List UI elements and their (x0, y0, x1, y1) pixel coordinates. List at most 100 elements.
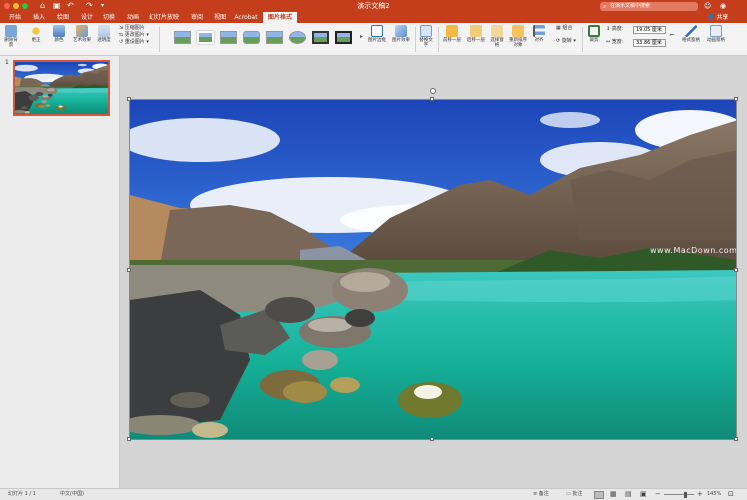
slideshow-icon[interactable]: ▣ (640, 489, 647, 500)
artistic-effects-button[interactable]: 艺术效果 (71, 25, 93, 43)
bring-forward-button[interactable]: 前移一层 (441, 25, 463, 43)
reset-icon: ↺ (119, 39, 124, 45)
zoom-level[interactable]: 145% (707, 489, 721, 500)
share-button[interactable]: 👤 共享 (707, 12, 728, 23)
alt-text-button[interactable]: 替换文字 (418, 25, 434, 48)
send-backward-label: 后移一层 (467, 38, 485, 43)
picture-border-icon (371, 25, 383, 37)
artistic-effects-label: 艺术效果 (73, 38, 91, 43)
notes-button[interactable]: ≡ 备注 (533, 489, 549, 500)
gallery-expand-icon[interactable]: ▸ (360, 33, 363, 40)
lock-aspect-icon[interactable]: ⌐ (669, 31, 675, 39)
resize-handle-bottom-right[interactable] (734, 437, 738, 441)
tab-picture-format[interactable]: 图片格式 (263, 12, 297, 23)
width-field[interactable]: 33.86 厘米 (633, 39, 666, 47)
width-icon: ↔ (606, 39, 611, 45)
sun-icon (30, 25, 42, 37)
resize-handle-top[interactable] (430, 97, 434, 101)
slide-thumbnail-image (15, 62, 108, 114)
zoom-slider[interactable] (664, 494, 694, 495)
comments-button[interactable]: ▭ 批注 (566, 489, 582, 500)
smiley-icon[interactable]: ☺ (704, 1, 711, 11)
tab-review[interactable]: 审阅 (186, 12, 208, 23)
resize-handle-bottom[interactable] (430, 437, 434, 441)
height-field[interactable]: 19.05 厘米 (633, 26, 666, 34)
slide[interactable]: www.MacDown.com (129, 99, 737, 440)
picture-effects-label: 图片效果 (392, 38, 410, 43)
resize-handle-top-right[interactable] (734, 97, 738, 101)
tab-acrobat[interactable]: Acrobat (232, 12, 260, 23)
picture-effects-button[interactable]: 图片效果 (390, 25, 412, 43)
tab-transitions[interactable]: 切换 (98, 12, 120, 23)
tab-animations[interactable]: 动画 (122, 12, 144, 23)
picture-style-thumb[interactable] (312, 31, 329, 44)
transparency-button[interactable]: 透明度 (95, 25, 113, 43)
tab-insert[interactable]: 插入 (28, 12, 50, 23)
resize-handle-right[interactable] (734, 268, 738, 272)
picture-style-thumb[interactable] (335, 31, 352, 44)
remove-background-icon (5, 25, 17, 37)
rotate-label: 旋转 (561, 38, 572, 44)
reorder-label: 重新排序对象 (509, 38, 527, 48)
zoom-in-icon[interactable]: + (697, 489, 703, 500)
picture-style-thumb[interactable] (243, 31, 260, 44)
tab-home[interactable]: 开始 (4, 12, 26, 23)
align-button[interactable]: 对齐 (531, 25, 547, 43)
zoom-out-icon[interactable]: − (655, 489, 661, 500)
crop-label: 裁剪 (589, 38, 599, 43)
resize-handle-bottom-left[interactable] (127, 437, 131, 441)
alt-text-icon (420, 25, 432, 37)
rotate-handle[interactable] (430, 88, 436, 94)
picture-style-thumb[interactable] (197, 31, 214, 44)
animation-pane-icon (710, 25, 722, 37)
slides-panel: 1 (0, 56, 120, 488)
picture-style-thumb[interactable] (289, 31, 306, 44)
tab-view[interactable]: 视图 (209, 12, 231, 23)
zoom-slider-thumb[interactable] (684, 492, 687, 498)
align-icon (533, 25, 545, 37)
language-indicator[interactable]: 中文(中国) (60, 489, 84, 500)
picture-style-thumb[interactable] (220, 31, 237, 44)
user-icon[interactable]: ◉ (720, 1, 726, 11)
picture-style-thumb[interactable] (266, 31, 283, 44)
corrections-label: 更正 (31, 38, 41, 43)
fit-to-window-icon[interactable]: ⊡ (728, 489, 734, 500)
picture-styles-gallery[interactable] (162, 28, 358, 50)
group-button[interactable]: ▦ 组合 (556, 25, 576, 32)
corrections-button[interactable]: 更正 (28, 25, 44, 43)
normal-view-icon[interactable] (594, 491, 604, 499)
color-icon (53, 25, 65, 37)
compress-pictures-button[interactable]: ⇲ 压缩图片 (119, 25, 149, 32)
picture-style-thumb[interactable] (174, 31, 191, 44)
slide-thumbnail[interactable] (13, 60, 110, 116)
format-pane-button[interactable]: 格式窗格 (682, 25, 700, 43)
tab-slideshow[interactable]: 幻灯片放映 (146, 12, 182, 23)
send-backward-button[interactable]: 后移一层 (465, 25, 487, 43)
group-label: 组合 (562, 25, 573, 31)
tab-draw[interactable]: 绘图 (52, 12, 74, 23)
rotate-button[interactable]: ⟳ 旋转 ▾ (556, 38, 576, 45)
reset-picture-button[interactable]: ↺ 重设图片 ▾ (119, 39, 149, 46)
artistic-effects-icon (76, 25, 88, 37)
picture-border-button[interactable]: 图片边框 (366, 25, 388, 43)
width-label: 宽度: (611, 39, 624, 45)
landscape-picture[interactable] (130, 100, 737, 440)
group-icon: ▦ (556, 25, 561, 31)
tab-design[interactable]: 设计 (76, 12, 98, 23)
resize-handle-top-left[interactable] (127, 97, 131, 101)
resize-handle-left[interactable] (127, 268, 131, 272)
selection-pane-button[interactable]: 选择窗格 (489, 25, 505, 48)
animation-pane-button[interactable]: 动画窗格 (706, 25, 726, 43)
crop-button[interactable]: 裁剪 (586, 25, 602, 43)
share-label: 共享 (716, 14, 729, 21)
slide-number: 1 (5, 59, 9, 66)
reorder-icon (512, 25, 524, 37)
send-backward-icon (470, 25, 482, 37)
color-button[interactable]: 颜色 (51, 25, 67, 43)
remove-background-button[interactable]: 删除背景 (3, 25, 19, 48)
reorder-objects-button[interactable]: 重新排序对象 (507, 25, 529, 48)
slide-sorter-icon[interactable]: ▦ (610, 489, 617, 500)
change-picture-button[interactable]: ⇆ 更改图片 ▾ (119, 32, 149, 39)
search-input[interactable]: ⌕ 在演示文稿中搜索 (600, 2, 698, 11)
reading-view-icon[interactable]: ▤ (625, 489, 632, 500)
